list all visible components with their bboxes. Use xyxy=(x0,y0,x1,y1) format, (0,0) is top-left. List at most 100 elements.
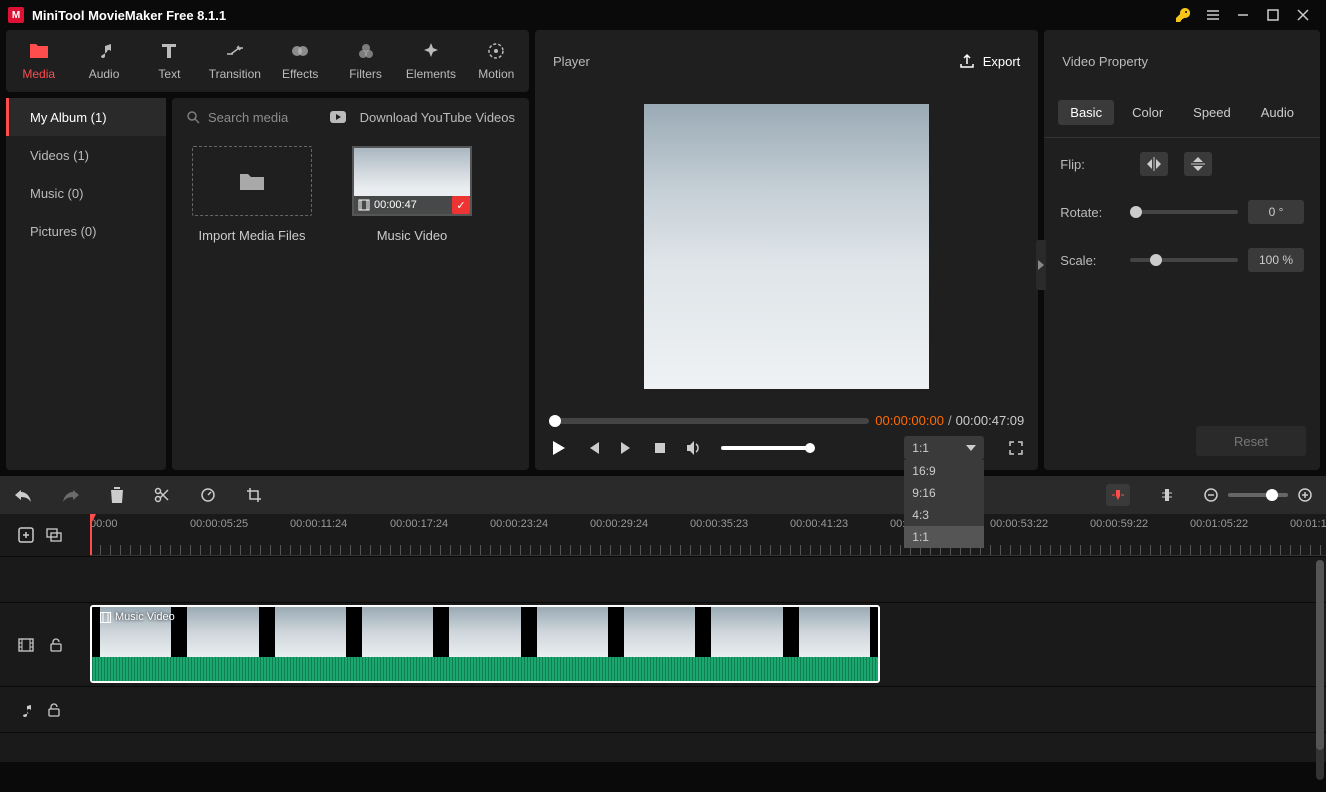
zoom-out-icon[interactable] xyxy=(1204,488,1218,502)
player-panel: Player Export 00:00:00:00 / 00:00:47:09 xyxy=(535,30,1038,470)
album-sidebar: My Album (1) Videos (1) Music (0) Pictur… xyxy=(6,98,166,470)
timeline-clip[interactable]: Music Video xyxy=(90,605,880,683)
time-current: 00:00:00:00 xyxy=(875,413,944,428)
export-icon xyxy=(959,53,975,69)
ruler-tick: 00:00:35:23 xyxy=(690,518,748,530)
video-track-icon xyxy=(18,638,34,652)
undo-button[interactable] xyxy=(14,488,32,502)
media-panel: Search media Download YouTube Videos Imp… xyxy=(172,98,529,470)
sidebar-item-videos[interactable]: Videos (1) xyxy=(6,136,166,174)
collapse-panel-button[interactable] xyxy=(1036,240,1046,290)
close-icon[interactable] xyxy=(1288,0,1318,30)
audio-lane[interactable] xyxy=(90,687,1326,732)
play-button[interactable] xyxy=(549,439,567,457)
check-icon: ✓ xyxy=(452,196,470,214)
tab-filters[interactable]: Filters xyxy=(333,41,398,81)
scale-handle[interactable] xyxy=(1150,254,1162,266)
video-lane[interactable]: Music Video xyxy=(90,603,1326,686)
timeline-ruler[interactable]: 00:0000:00:05:2500:00:11:2400:00:17:2400… xyxy=(90,514,1326,556)
playback-progress[interactable] xyxy=(549,418,869,424)
zoom-handle[interactable] xyxy=(1266,489,1278,501)
progress-handle[interactable] xyxy=(549,415,561,427)
scale-slider[interactable] xyxy=(1130,258,1238,262)
menu-icon[interactable] xyxy=(1198,0,1228,30)
overlay-track xyxy=(0,556,1326,602)
tab-motion[interactable]: Motion xyxy=(464,41,529,81)
ratio-option[interactable]: 9:16 xyxy=(904,482,984,504)
volume-handle[interactable] xyxy=(805,443,815,453)
ratio-option[interactable]: 4:3 xyxy=(904,504,984,526)
stop-button[interactable] xyxy=(653,441,667,455)
download-youtube-link[interactable]: Download YouTube Videos xyxy=(360,110,515,125)
timeline-magnet-button[interactable] xyxy=(1160,487,1174,503)
add-track-button[interactable] xyxy=(18,527,34,543)
motion-icon xyxy=(487,41,505,61)
playhead[interactable] xyxy=(90,514,92,556)
flip-vertical-button[interactable] xyxy=(1184,152,1212,176)
property-panel: Video Property Basic Color Speed Audio F… xyxy=(1044,30,1320,470)
next-frame-button[interactable] xyxy=(619,440,635,456)
tab-transition[interactable]: Transition xyxy=(202,41,267,81)
app-logo: M xyxy=(8,7,24,23)
tab-text[interactable]: Text xyxy=(137,41,202,81)
redo-button[interactable] xyxy=(62,488,80,502)
overlay-lane[interactable] xyxy=(90,557,1326,602)
rotate-value[interactable]: 0 ° xyxy=(1248,200,1304,224)
scale-value[interactable]: 100 % xyxy=(1248,248,1304,272)
timeline-marker-button[interactable] xyxy=(1106,484,1130,506)
flip-horizontal-button[interactable] xyxy=(1140,152,1168,176)
ruler-tick: 00:00:11:24 xyxy=(290,518,347,530)
folder-icon xyxy=(28,41,50,61)
sidebar-item-music[interactable]: Music (0) xyxy=(6,174,166,212)
aspect-ratio-select[interactable]: 1:1 16:9 9:16 4:3 1:1 xyxy=(904,436,984,460)
sidebar-item-myalbum[interactable]: My Album (1) xyxy=(6,98,166,136)
import-media-tile[interactable]: Import Media Files xyxy=(182,146,322,243)
prop-tab-audio[interactable]: Audio xyxy=(1249,100,1306,125)
prop-tab-color[interactable]: Color xyxy=(1120,100,1175,125)
rotate-handle[interactable] xyxy=(1130,206,1142,218)
reset-button[interactable]: Reset xyxy=(1196,426,1306,456)
media-clip-tile[interactable]: 00:00:47 ✓ Music Video xyxy=(342,146,482,243)
zoom-slider[interactable] xyxy=(1204,488,1312,502)
property-title: Video Property xyxy=(1062,54,1148,69)
tab-audio[interactable]: Audio xyxy=(71,41,136,81)
track-layers-button[interactable] xyxy=(46,528,62,542)
ruler-tick: 00:00:05:25 xyxy=(190,518,248,530)
timeline-scrollbar[interactable] xyxy=(1316,560,1324,780)
ruler-tick: 00:01:05:22 xyxy=(1190,518,1248,530)
export-button[interactable]: Export xyxy=(959,53,1021,69)
fullscreen-button[interactable] xyxy=(1008,440,1024,456)
lock-icon[interactable] xyxy=(50,638,62,652)
timeline: 00:0000:00:05:2500:00:11:2400:00:17:2400… xyxy=(0,476,1326,762)
speed-button[interactable] xyxy=(200,487,216,503)
chevron-down-icon xyxy=(966,445,976,451)
crop-button[interactable] xyxy=(246,487,262,503)
volume-button[interactable] xyxy=(685,440,703,456)
rotate-slider[interactable] xyxy=(1130,210,1238,214)
tab-elements[interactable]: Elements xyxy=(398,41,463,81)
tab-effects[interactable]: Effects xyxy=(268,41,333,81)
prop-tab-speed[interactable]: Speed xyxy=(1181,100,1243,125)
license-key-icon[interactable] xyxy=(1168,0,1198,30)
lock-icon[interactable] xyxy=(48,703,60,717)
prop-tab-basic[interactable]: Basic xyxy=(1058,100,1114,125)
delete-button[interactable] xyxy=(110,487,124,503)
app-title: MiniTool MovieMaker Free 8.1.1 xyxy=(32,8,226,23)
prev-frame-button[interactable] xyxy=(585,440,601,456)
audio-track xyxy=(0,686,1326,732)
ruler-tick: 00:00:53:22 xyxy=(990,518,1048,530)
tab-media[interactable]: Media xyxy=(6,41,71,81)
scrollbar-thumb[interactable] xyxy=(1316,560,1324,750)
zoom-in-icon[interactable] xyxy=(1298,488,1312,502)
preview-viewport xyxy=(535,92,1038,401)
player-title: Player xyxy=(553,54,590,69)
main-toolbar: Media Audio Text Transition Effects Filt… xyxy=(6,30,529,92)
sidebar-item-pictures[interactable]: Pictures (0) xyxy=(6,212,166,250)
search-input[interactable]: Search media xyxy=(208,110,322,125)
ratio-option[interactable]: 1:1 xyxy=(904,526,984,548)
volume-slider[interactable] xyxy=(721,446,811,450)
ratio-option[interactable]: 16:9 xyxy=(904,460,984,482)
minimize-icon[interactable] xyxy=(1228,0,1258,30)
maximize-icon[interactable] xyxy=(1258,0,1288,30)
split-button[interactable] xyxy=(154,487,170,503)
